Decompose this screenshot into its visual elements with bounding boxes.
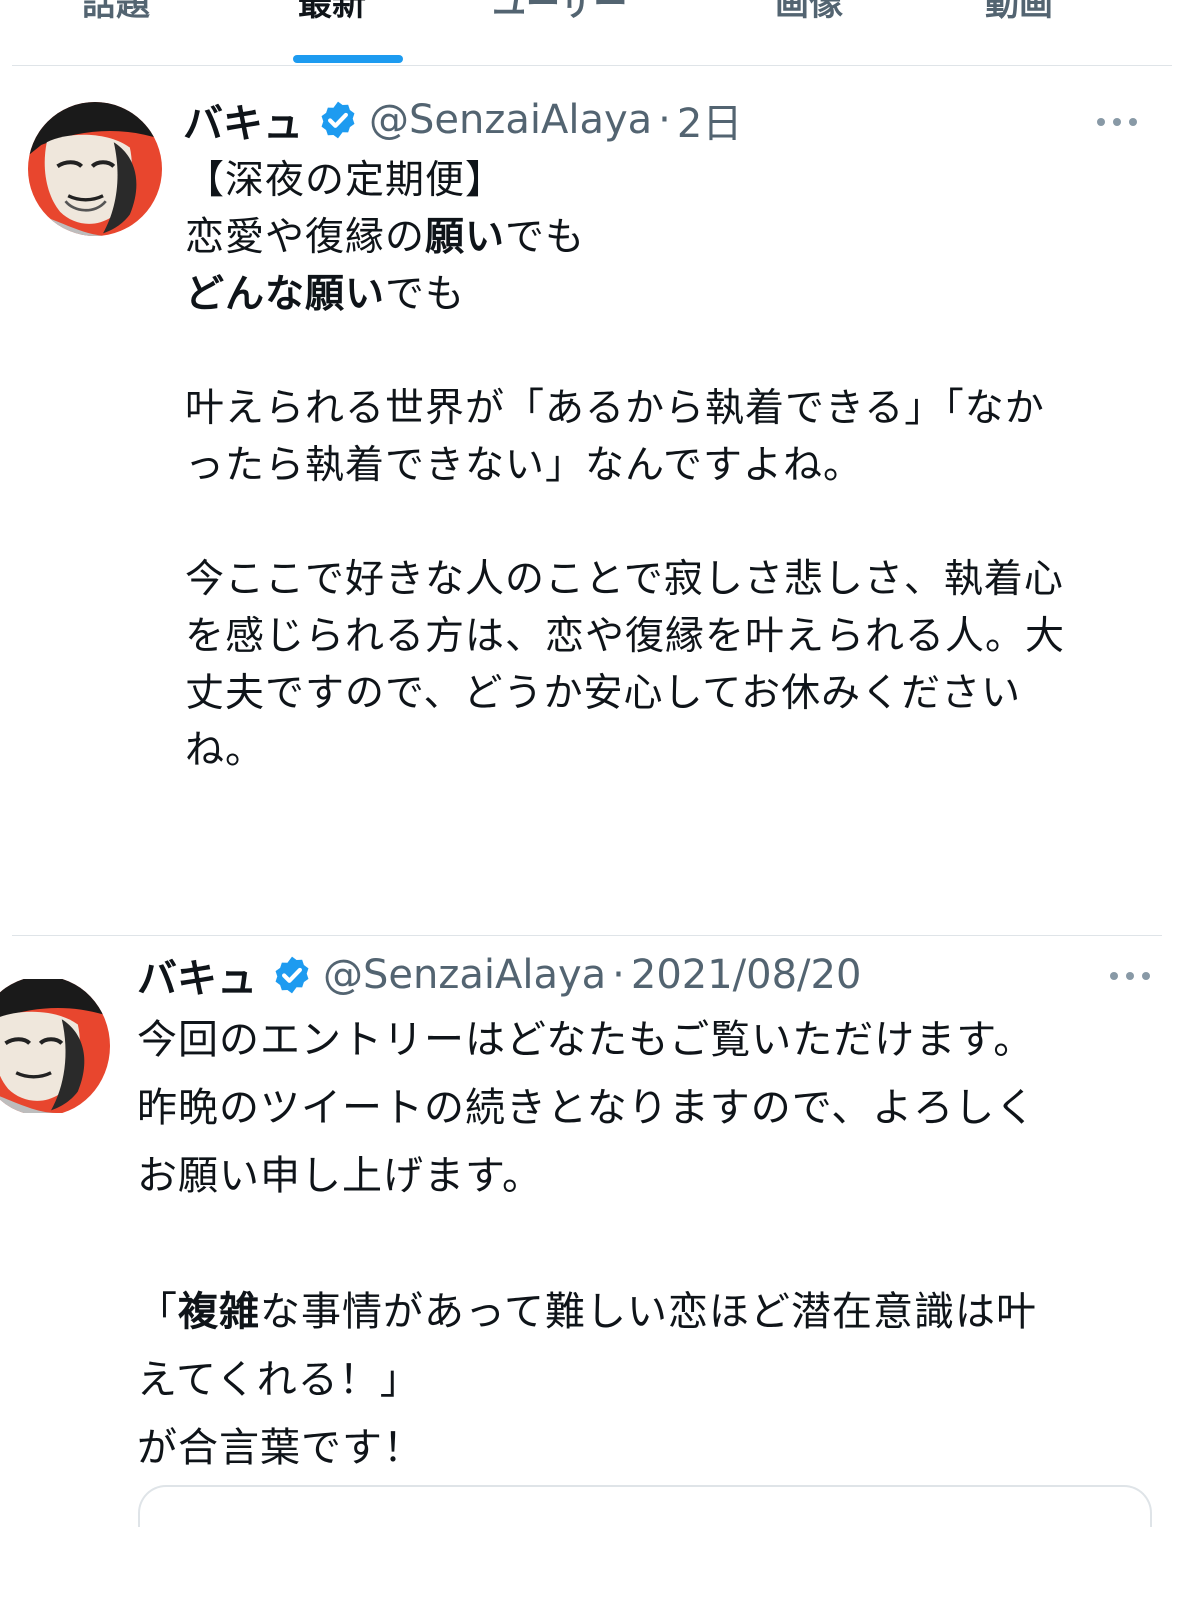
more-options-icon[interactable] <box>1097 112 1141 132</box>
tweet-text-line: どんな願いでも <box>185 266 1155 323</box>
tweet-text-line: を感じられる方は、恋や復縁を叶えられる人。大 <box>185 608 1155 665</box>
separator-dot: · <box>612 952 625 998</box>
tweet-text-segment: が合言葉です！ <box>137 1425 424 1471</box>
verified-badge-icon <box>271 954 313 996</box>
tweet-text-bold: 願い <box>425 215 506 260</box>
tweet-text-line: 「複雑な事情があって難しい恋ほど潜在意識は叶 <box>137 1278 1177 1346</box>
tweet-text-segment: お願い申し上げます。 <box>137 1153 543 1199</box>
tweet-text-segment: ね。 <box>185 728 266 773</box>
link-card-preview[interactable] <box>138 1485 1152 1527</box>
avatar-portrait-image <box>28 102 162 236</box>
tweet-header: バキュ @SenzaiAlaya · 2日 <box>183 95 742 147</box>
tweet-text-segment: 今ここで好きな人のことで寂しさ悲しさ、執着心 <box>185 557 1064 602</box>
avatar[interactable] <box>0 976 110 1116</box>
tweet-text: 今回のエントリーはどなたもご覧いただけます。 昨晩のツイートの続きとなりますので、… <box>137 1006 1177 1482</box>
tweet-text-segment: 恋愛や復縁の <box>185 215 426 260</box>
tweet-text-segment: 「 <box>137 1289 178 1335</box>
tweet-text-line: 丈夫ですので、どうか安心してお休みください <box>185 665 1155 722</box>
verified-badge-icon <box>317 99 359 141</box>
tweet-text: 【深夜の定期便】 恋愛や復縁の願いでも どんな願いでも 叶えられる世界が「あるから執着… <box>185 152 1155 779</box>
user-handle[interactable]: @SenzaiAlaya <box>323 952 606 998</box>
tweet-text-line: 今ここで好きな人のことで寂しさ悲しさ、執着心 <box>185 551 1155 608</box>
tweet-text-segment: を感じられる方は、恋や復縁を叶えられる人。大 <box>185 614 1066 659</box>
more-options-icon[interactable] <box>1110 966 1154 986</box>
tweet-text-segment: ったら執着できない」なんですよね。 <box>185 443 864 488</box>
tweet-timestamp[interactable]: 2日 <box>677 91 742 149</box>
avatar[interactable] <box>28 102 162 236</box>
separator-dot: · <box>658 97 671 143</box>
tweet-text-segment: でも <box>505 215 586 260</box>
tweet-text-line: 【深夜の定期便】 <box>185 152 1155 209</box>
tweet-text-line: が合言葉です！ <box>137 1414 1177 1482</box>
tweet-text-segment: 【深夜の定期便】 <box>185 158 506 203</box>
tweet[interactable]: バキュ @SenzaiAlaya · 2日 【深夜の定期便】 恋愛や復縁の願いでも… <box>0 0 1200 930</box>
tweet-text-segment: 昨晩のツイートの続きとなりますので、よろしく <box>137 1085 1037 1131</box>
tweet-timestamp[interactable]: 2021/08/20 <box>631 952 862 998</box>
tweet-text-segment: 叶えられる世界が「あるから執着できる」「なか <box>185 386 1045 431</box>
tweet-text-line: お願い申し上げます。 <box>137 1142 1177 1210</box>
tweet-text-line: 昨晩のツイートの続きとなりますので、よろしく <box>137 1074 1177 1142</box>
tweet-text-segment: えてくれる！」 <box>137 1357 421 1403</box>
tweet-text-segment: 今回のエントリーはどなたもご覧いただけます。 <box>137 1017 1035 1063</box>
tweet-text-bold: どんな願い <box>185 272 386 317</box>
avatar-portrait-image <box>0 979 110 1113</box>
tweet-text-line: 恋愛や復縁の願いでも <box>185 209 1155 266</box>
tweet-text-line: 叶えられる世界が「あるから執着できる」「なか <box>185 380 1155 437</box>
display-name[interactable]: バキュ <box>137 946 257 1004</box>
tweet-text-line: 今回のエントリーはどなたもご覧いただけます。 <box>137 1006 1177 1074</box>
tweet-text-line: ね。 <box>185 722 1155 779</box>
tweet-text-line: えてくれる！」 <box>137 1346 1177 1414</box>
tweet-text-segment: な事情があって難しい恋ほど潜在意識は叶 <box>260 1289 1037 1335</box>
user-handle[interactable]: @SenzaiAlaya <box>369 97 652 143</box>
tweet-text-line: ったら執着できない」なんですよね。 <box>185 437 1155 494</box>
display-name[interactable]: バキュ <box>183 91 303 149</box>
tweet-header: バキュ @SenzaiAlaya · 2021/08/20 <box>137 950 862 1002</box>
tweet-text-bold: 複雑 <box>178 1289 260 1335</box>
tweet-text-segment: でも <box>385 272 466 317</box>
tweet-text-segment: 丈夫ですので、どうか安心してお休みください <box>185 671 1022 716</box>
